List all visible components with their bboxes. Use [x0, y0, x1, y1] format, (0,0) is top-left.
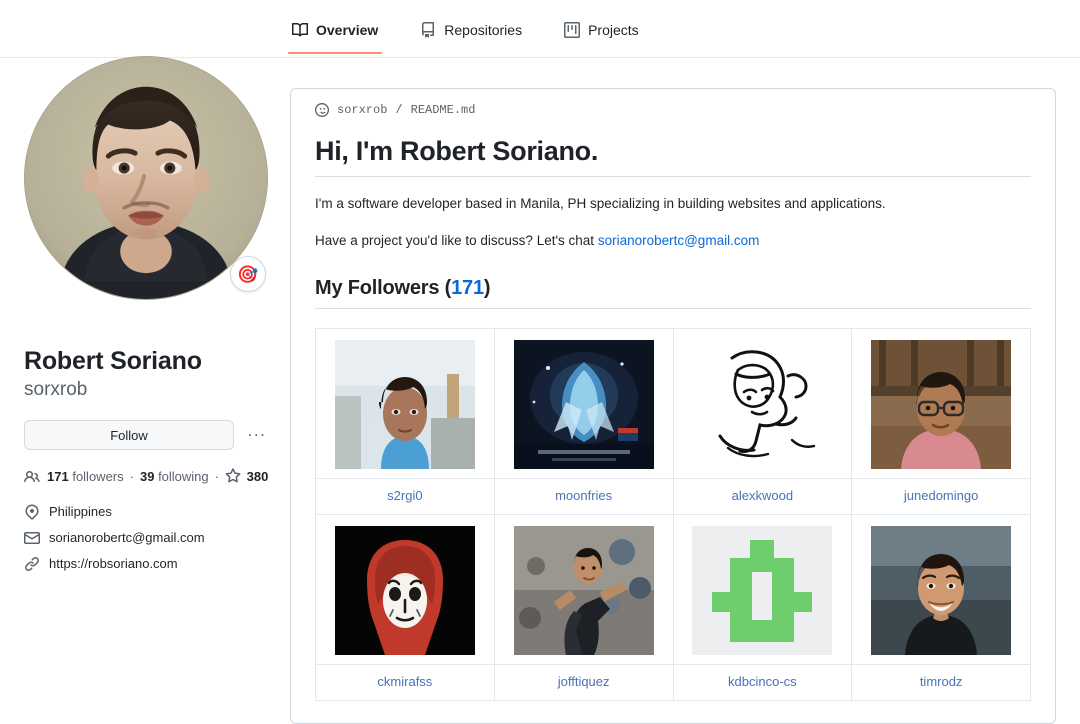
follower-name[interactable]: s2rgi0 [316, 477, 494, 514]
meta-website[interactable]: https://robsoriano.com [24, 554, 272, 573]
follower-card-kdbcinco-cs[interactable]: kdbcinco-cs [673, 514, 853, 701]
follower-name[interactable]: alexkwood [673, 477, 852, 514]
follower-name[interactable]: jofftiquez [494, 663, 673, 700]
followers-count: 171 [47, 469, 69, 485]
follower-card-jofftiquez[interactable]: jofftiquez [494, 514, 674, 701]
follower-avatar-jofftiquez [513, 525, 654, 655]
meta-email[interactable]: sorianorobertc@gmail.com [24, 528, 272, 547]
follower-avatar-moonfries [513, 339, 654, 469]
readme-paragraph-2: Have a project you'd like to discuss? Le… [315, 231, 1031, 251]
follower-card-ckmirafss[interactable]: ckmirafss [316, 514, 495, 701]
readme-card: sorxrob / README.md Hi, I'm Robert Soria… [290, 88, 1056, 724]
followers-heading-text: My Followers [315, 276, 440, 299]
meta-location: Philippines [24, 502, 272, 521]
follower-name[interactable]: kdbcinco-cs [673, 663, 852, 700]
readme-breadcrumb: sorxrob / README.md [315, 89, 1031, 117]
readme-paragraph-1: I'm a software developer based in Manila… [315, 196, 886, 211]
meta-website-text[interactable]: https://robsoriano.com [49, 554, 178, 573]
profile-username: sorxrob [24, 379, 88, 401]
follower-card-alexkwood[interactable]: alexkwood [673, 328, 853, 515]
followers-grid: s2rgi0 moonfries alexkwood junedomingo c… [315, 327, 1031, 701]
project-icon [564, 22, 581, 38]
followers-heading: My Followers (171) [315, 277, 1031, 309]
following-count: 39 [139, 469, 155, 485]
tab-repositories[interactable]: Repositories [416, 20, 526, 54]
following-label: following [158, 469, 209, 485]
follower-card-s2rgi0[interactable]: s2rgi0 [316, 328, 495, 515]
link-icon [24, 556, 40, 572]
follower-thumb-wrap [674, 329, 852, 478]
stat-separator-2: · [214, 469, 219, 485]
star-icon [225, 468, 241, 484]
stars-stat[interactable]: 380 [225, 467, 268, 487]
follower-thumb-wrap [852, 329, 1030, 478]
smiley-icon [315, 103, 329, 117]
avatar[interactable] [24, 56, 268, 300]
meta-location-text: Philippines [49, 504, 112, 520]
readme-email-link[interactable]: sorianorobertc@gmail.com [598, 233, 760, 248]
people-icon [24, 469, 40, 485]
follower-avatar-junedomingo [871, 339, 1012, 469]
follow-button[interactable]: Follow [24, 420, 234, 451]
follower-thumb-wrap [495, 515, 673, 664]
readme-breadcrumb-user[interactable]: sorxrob [337, 103, 387, 117]
book-open-icon [292, 22, 308, 38]
follower-name[interactable]: moonfries [494, 477, 673, 514]
mail-icon [24, 530, 40, 546]
tab-projects[interactable]: Projects [560, 20, 643, 54]
readme-breadcrumb-file[interactable]: README.md [411, 103, 476, 117]
followers-stat[interactable]: 171 followers [47, 467, 124, 487]
profile-nav-bar: Overview Repositories Projects [0, 0, 1080, 58]
readme-breadcrumb-separator: / [395, 103, 403, 117]
following-stat[interactable]: 39 following [140, 467, 209, 487]
location-icon [24, 504, 40, 520]
meta-email-text[interactable]: sorianorobertc@gmail.com [49, 528, 205, 547]
profile-actions: Follow ... [24, 420, 272, 451]
profile-meta-list: Philippines sorianorobertc@gmail.com htt… [24, 502, 272, 573]
follower-thumb-wrap [316, 515, 494, 664]
followers-label: followers [72, 469, 124, 485]
follower-thumb-wrap [316, 329, 494, 478]
follower-avatar-s2rgi0 [334, 339, 475, 469]
follower-avatar-alexkwood [692, 339, 833, 469]
follower-avatar-timrodz [871, 525, 1012, 655]
followers-heading-count[interactable]: 171 [451, 277, 484, 299]
follower-avatar-ckmirafss [334, 525, 475, 655]
follower-card-moonfries[interactable]: moonfries [494, 328, 674, 515]
tab-repositories-label: Repositories [444, 22, 523, 38]
followers-close-paren: ) [483, 276, 491, 299]
avatar-container: 🎯 [24, 56, 268, 300]
readme-heading: Hi, I'm Robert Soriano. [315, 136, 1031, 177]
profile-sidebar: 🎯 Robert Soriano sorxrob Follow ... 171 … [24, 56, 272, 573]
follower-avatar-kdbcinco-cs [692, 525, 833, 655]
more-options-button[interactable]: ... [242, 420, 272, 450]
follower-thumb-wrap [852, 515, 1030, 664]
tab-overview[interactable]: Overview [288, 20, 383, 54]
follower-name[interactable]: timrodz [852, 663, 1030, 700]
tab-overview-label: Overview [316, 22, 379, 38]
follower-name[interactable]: ckmirafss [316, 663, 494, 700]
status-emoji-badge[interactable]: 🎯 [230, 256, 266, 292]
stars-count: 380 [246, 469, 269, 485]
follower-card-junedomingo[interactable]: junedomingo [852, 328, 1031, 515]
profile-stats: 171 followers · 39 following · 380 [24, 467, 272, 487]
follower-name[interactable]: junedomingo [852, 477, 1030, 514]
repo-icon [420, 22, 436, 38]
tab-projects-label: Projects [588, 22, 639, 38]
profile-fullname: Robert Soriano [24, 347, 202, 375]
profile-tabs: Overview Repositories Projects [288, 20, 643, 54]
stat-separator-1: · [129, 469, 134, 485]
follower-card-timrodz[interactable]: timrodz [852, 514, 1031, 701]
follower-thumb-wrap [674, 515, 852, 664]
follower-thumb-wrap [495, 329, 673, 478]
readme-paragraph-2-prefix: Have a project you'd like to discuss? Le… [315, 233, 598, 249]
